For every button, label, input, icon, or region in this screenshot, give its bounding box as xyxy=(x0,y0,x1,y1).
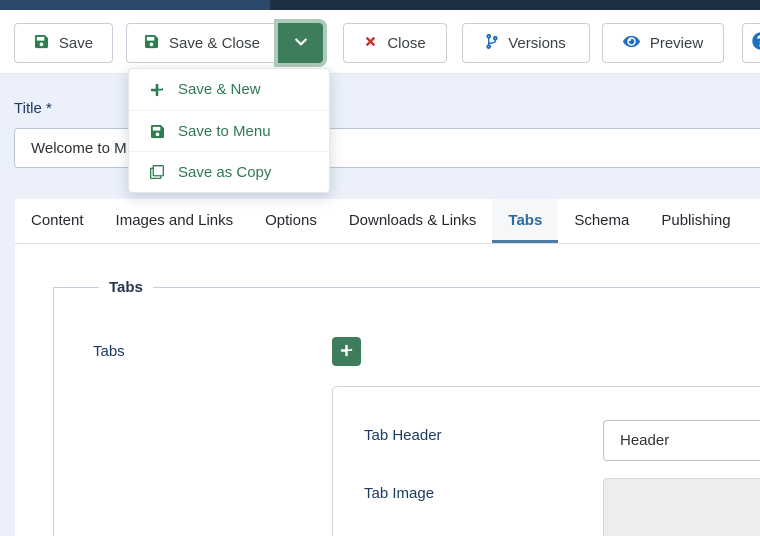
tab-image-field-label: Tab Image xyxy=(364,485,434,503)
close-button-label: Close xyxy=(387,35,425,52)
save-icon xyxy=(149,124,165,139)
save-button[interactable]: Save xyxy=(14,23,113,63)
plus-icon xyxy=(340,344,353,360)
tab-publishing[interactable]: Publishing xyxy=(645,199,746,243)
tabs-fieldset-legend: Tabs xyxy=(99,278,153,298)
versions-button-label: Versions xyxy=(508,35,566,52)
top-bar-right-segment xyxy=(270,0,760,10)
tabs-repeatable-field-label: Tabs xyxy=(93,343,125,361)
menu-item-save-as-copy[interactable]: Save as Copy xyxy=(129,151,329,192)
tab-header-input[interactable] xyxy=(603,420,760,461)
eye-icon xyxy=(623,34,640,53)
save-button-label: Save xyxy=(59,35,93,52)
plus-icon xyxy=(149,83,165,97)
save-and-close-button-label: Save & Close xyxy=(169,35,260,52)
menu-item-label: Save as Copy xyxy=(178,164,271,181)
title-input[interactable] xyxy=(14,128,760,168)
preview-button-label: Preview xyxy=(650,35,703,52)
tab-images-and-links[interactable]: Images and Links xyxy=(100,199,250,243)
save-dropdown-menu: Save & New Save to Menu Save as Copy xyxy=(128,68,330,193)
help-button[interactable] xyxy=(742,23,760,63)
tab-header-field-label: Tab Header xyxy=(364,427,442,445)
window-top-bar xyxy=(0,0,760,10)
add-tab-button[interactable] xyxy=(332,337,361,366)
code-branch-icon xyxy=(486,34,498,53)
tab-tabs[interactable]: Tabs xyxy=(492,199,558,243)
title-field-label: Title * xyxy=(14,100,52,117)
close-x-icon xyxy=(364,35,377,52)
menu-item-label: Save & New xyxy=(178,81,261,98)
tab-downloads-and-links[interactable]: Downloads & Links xyxy=(333,199,493,243)
menu-item-save-and-new[interactable]: Save & New xyxy=(129,69,329,110)
save-and-close-button[interactable]: Save & Close xyxy=(126,23,278,63)
article-edit-page: Save Save & Close Close Versions Preview… xyxy=(0,0,760,536)
tab-options[interactable]: Options xyxy=(249,199,333,243)
save-icon xyxy=(34,34,49,53)
chevron-down-icon xyxy=(294,35,308,52)
admin-toolbar: Save Save & Close Close Versions Preview xyxy=(0,10,760,74)
preview-button[interactable]: Preview xyxy=(602,23,724,63)
tabs-fieldset: Tabs Tabs Tab Header Tab Image xyxy=(53,287,760,536)
tab-schema[interactable]: Schema xyxy=(558,199,645,243)
tab-image-picker-area[interactable] xyxy=(603,478,760,536)
tab-subform-panel: Tab Header Tab Image xyxy=(332,386,760,536)
save-icon xyxy=(144,34,159,53)
copy-icon xyxy=(149,165,165,179)
close-button[interactable]: Close xyxy=(343,23,447,63)
menu-item-label: Save to Menu xyxy=(178,123,271,140)
save-dropdown-toggle-button[interactable] xyxy=(278,23,323,63)
tab-content[interactable]: Content xyxy=(15,199,100,243)
menu-item-save-to-menu[interactable]: Save to Menu xyxy=(129,110,329,151)
versions-button[interactable]: Versions xyxy=(462,23,590,63)
form-tab-bar: Content Images and Links Options Downloa… xyxy=(15,199,760,244)
form-card: Content Images and Links Options Downloa… xyxy=(15,199,760,536)
top-bar-left-segment xyxy=(0,0,270,10)
help-circle-icon xyxy=(752,32,760,54)
